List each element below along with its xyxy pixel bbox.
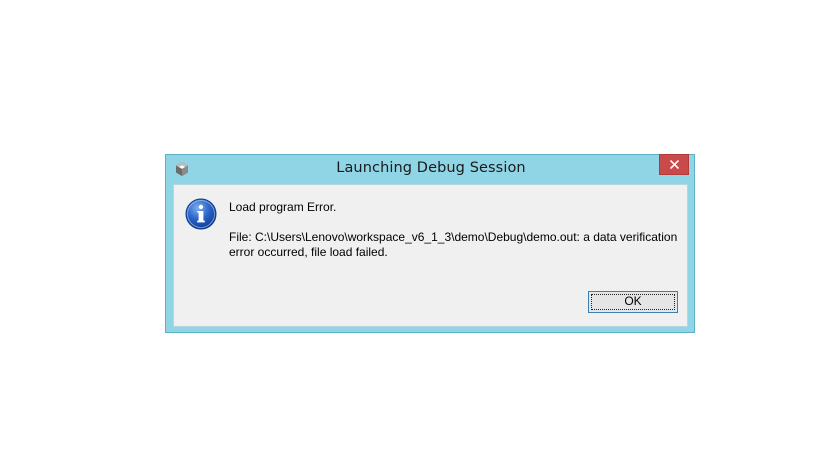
close-icon: [670, 160, 679, 169]
message-heading: Load program Error.: [229, 200, 337, 214]
close-button[interactable]: [659, 154, 689, 175]
dialog-content: Load program Error. File: C:\Users\Lenov…: [173, 184, 688, 327]
window-title: Launching Debug Session: [336, 160, 526, 176]
title-bar[interactable]: Launching Debug Session: [166, 154, 694, 184]
info-icon: [185, 198, 217, 230]
ok-button[interactable]: OK: [588, 291, 678, 313]
error-dialog: Launching Debug Session Load program Err…: [165, 154, 695, 333]
ok-button-label: OK: [624, 294, 642, 308]
message-body: File: C:\Users\Lenovo\workspace_v6_1_3\d…: [229, 230, 678, 259]
